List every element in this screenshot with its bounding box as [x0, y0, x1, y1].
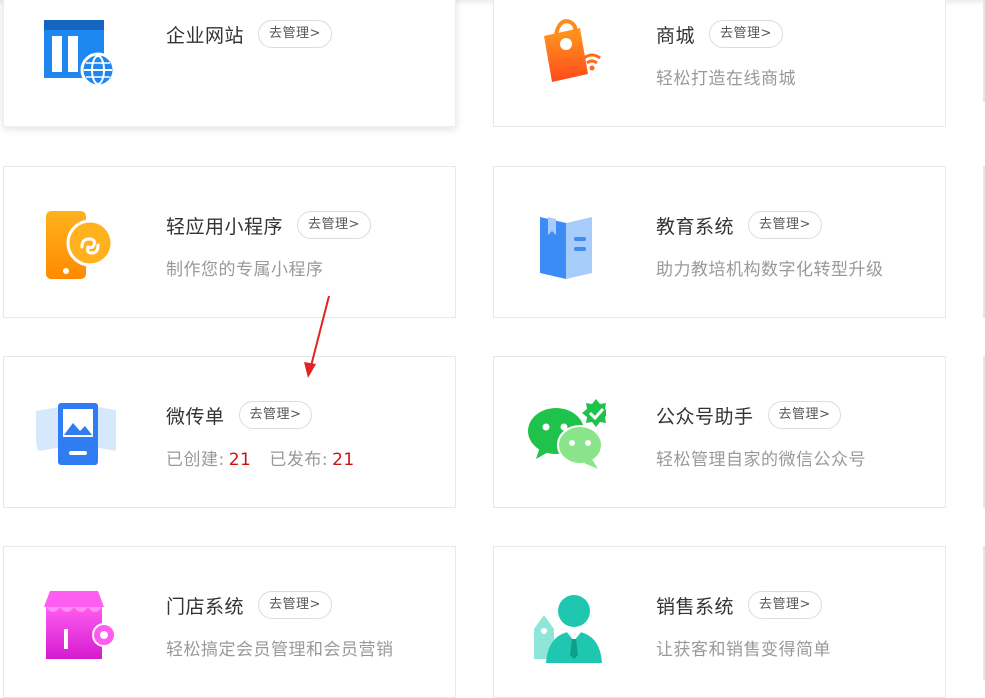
shopping-bag-wifi-icon [526, 14, 606, 94]
card-title: 公众号助手 [656, 405, 754, 428]
created-count: 21 [228, 450, 252, 470]
card-title: 门店系统 [166, 595, 245, 618]
book-icon [526, 205, 606, 285]
card-title: 轻应用小程序 [166, 215, 284, 238]
card-title-row: 公众号助手 去管理> [656, 401, 842, 429]
card-title-row: 商城 去管理> [656, 20, 783, 48]
card-title-row: 企业网站 去管理> [166, 20, 332, 48]
wechat-icon [526, 395, 610, 475]
card-desc: 让获客和销售变得简单 [656, 640, 831, 660]
card-education[interactable]: 教育系统 去管理> 助力教培机构数字化转型升级 [493, 166, 946, 318]
card-stats: 已创建: 21 已发布: 21 [166, 445, 355, 470]
card-title-row: 教育系统 去管理> [656, 211, 822, 239]
manage-button[interactable]: 去管理> [709, 20, 783, 48]
card-store[interactable]: 门店系统 去管理> 轻松搞定会员管理和会员营销 [3, 546, 456, 698]
manage-button[interactable]: 去管理> [238, 401, 313, 429]
manage-button[interactable]: 去管理> [748, 591, 822, 619]
card-miniapp[interactable]: 轻应用小程序 去管理> 制作您的专属小程序 [3, 166, 456, 318]
card-website[interactable]: 企业网站 去管理> [3, 0, 456, 127]
card-title: 微传单 [166, 405, 225, 428]
mini-program-phone-icon [36, 205, 116, 285]
card-wechat[interactable]: 公众号助手 去管理> 轻松管理自家的微信公众号 [493, 356, 946, 508]
card-title-row: 销售系统 去管理> [656, 591, 822, 619]
store-gear-icon [36, 585, 116, 665]
card-mall[interactable]: 商城 去管理> 轻松打造在线商城 [493, 0, 946, 127]
salesperson-icon [526, 585, 606, 665]
card-title: 企业网站 [166, 24, 245, 47]
card-title-row: 门店系统 去管理> [166, 591, 332, 619]
manage-button[interactable]: 去管理> [767, 401, 842, 429]
annotation-arrow [304, 295, 330, 378]
card-title-row: 微传单 去管理> [166, 401, 313, 429]
card-desc: 轻松管理自家的微信公众号 [656, 450, 866, 470]
published-count: 21 [332, 450, 355, 470]
card-desc: 轻松打造在线商城 [656, 69, 796, 89]
manage-button[interactable]: 去管理> [297, 211, 371, 239]
manage-button[interactable]: 去管理> [258, 591, 332, 619]
card-title: 教育系统 [656, 215, 735, 238]
created-label: 已创建: [166, 450, 225, 470]
published-label: 已发布: [269, 450, 329, 470]
flyer-image-icon [31, 395, 125, 475]
manage-button[interactable]: 去管理> [748, 211, 822, 239]
card-sales[interactable]: 销售系统 去管理> 让获客和销售变得简单 [493, 546, 946, 698]
card-title: 商城 [656, 24, 696, 47]
card-desc: 轻松搞定会员管理和会员营销 [166, 640, 394, 660]
card-desc: 制作您的专属小程序 [166, 260, 324, 280]
website-globe-icon [36, 14, 116, 94]
card-title-row: 轻应用小程序 去管理> [166, 211, 371, 239]
manage-button[interactable]: 去管理> [258, 20, 332, 48]
card-desc: 助力教培机构数字化转型升级 [656, 260, 884, 280]
card-flyer[interactable]: 微传单 去管理> 已创建: 21 已发布: 21 [3, 356, 456, 508]
card-title: 销售系统 [656, 595, 735, 618]
